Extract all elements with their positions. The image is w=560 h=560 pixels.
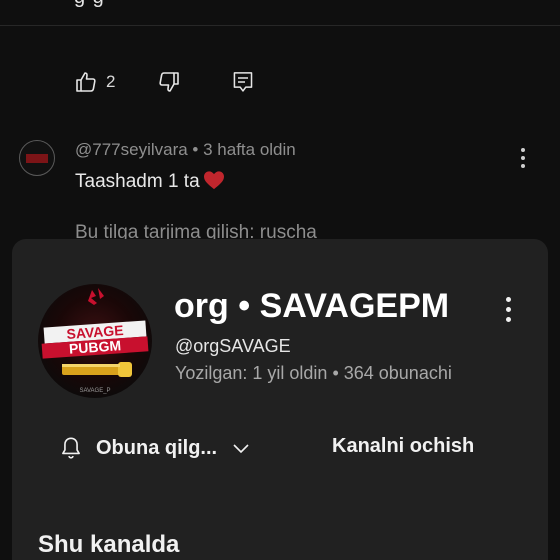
comment-actions: 2	[74, 68, 255, 96]
channel-avatar[interactable]: SAVAGE PUBGM SAVAGE_P	[38, 284, 152, 398]
comment-time: 3 hafta oldin	[203, 140, 296, 159]
subscribed-label: Obuna qilg...	[96, 436, 218, 459]
bell-icon	[62, 437, 80, 459]
dislike-button[interactable]	[157, 70, 181, 94]
avatar-logo	[26, 154, 48, 163]
previous-comment-edge: g g	[0, 0, 560, 26]
heart-icon	[203, 171, 224, 190]
like-icon	[74, 70, 98, 94]
like-button[interactable]: 2	[74, 70, 115, 94]
chevron-down-icon	[233, 444, 249, 454]
channel-logo: SAVAGE PUBGM SAVAGE_P	[41, 288, 149, 394]
comment-text: Taashadm 1 ta	[75, 170, 225, 193]
channel-stats: Yozilgan: 1 yil oldin • 364 obunachi	[175, 363, 452, 383]
comment-avatar[interactable]	[19, 140, 55, 176]
section-title: Shu kanalda	[38, 531, 180, 558]
reply-icon	[231, 70, 255, 94]
dislike-icon	[157, 70, 181, 94]
subscribed-button[interactable]: Obuna qilg...	[58, 433, 251, 463]
comment-author[interactable]: @777seyilvara	[75, 140, 188, 159]
open-channel-button[interactable]: Kanalni ochish	[332, 435, 474, 458]
reply-button[interactable]	[231, 70, 255, 94]
previous-comment-text: g g	[74, 0, 105, 9]
channel-more-button[interactable]	[498, 295, 518, 325]
channel-name[interactable]: org • SAVAGEPM	[174, 287, 449, 326]
meta-separator: •	[187, 140, 204, 159]
logo-small-text: SAVAGE_P	[79, 388, 110, 394]
like-count: 2	[106, 72, 116, 91]
channel-bottom-sheet: SAVAGE PUBGM SAVAGE_P org • SAVAGEPM @or…	[12, 239, 548, 560]
comment-more-button[interactable]	[513, 146, 533, 170]
channel-handle: @orgSAVAGE	[175, 336, 291, 356]
comment-text-content: Taashadm 1 ta	[75, 171, 200, 192]
comment-meta: @777seyilvara • 3 hafta oldin	[75, 140, 296, 160]
more-vert-icon	[521, 148, 525, 152]
more-vert-icon	[506, 297, 511, 302]
logo-text-pubgm: PUBGM	[68, 337, 121, 357]
